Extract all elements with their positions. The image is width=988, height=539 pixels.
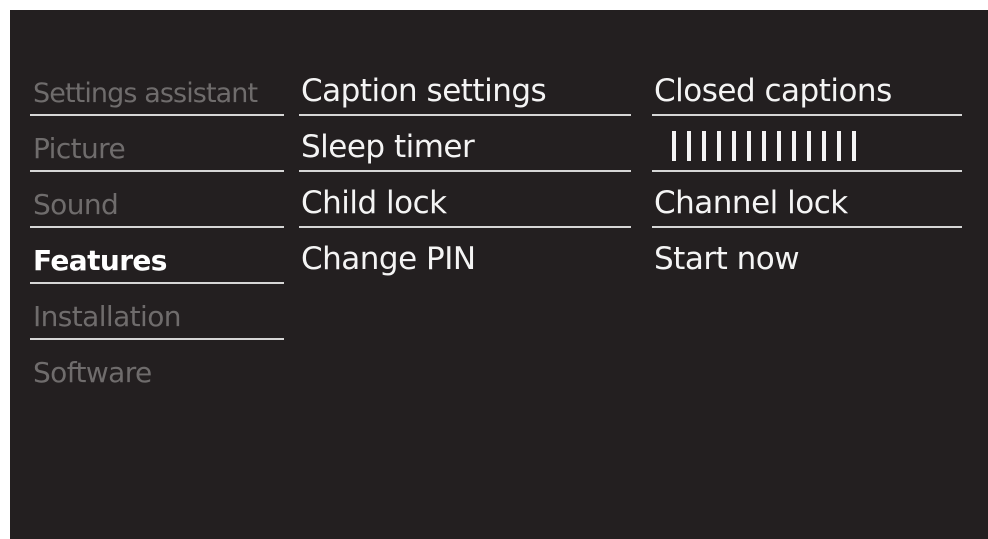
slider-segment bbox=[732, 131, 736, 161]
value-item-label: Closed captions bbox=[654, 73, 892, 109]
slider-segment bbox=[777, 131, 781, 161]
sleep-timer-slider[interactable] bbox=[652, 116, 962, 172]
slider-segment bbox=[822, 131, 826, 161]
value-item-channel-lock[interactable]: Channel lock bbox=[652, 172, 962, 228]
features-submenu: Caption settings Sleep timer Child lock … bbox=[299, 60, 631, 282]
value-item-label: Start now bbox=[654, 241, 800, 277]
slider-segment bbox=[747, 131, 751, 161]
slider-segment bbox=[702, 131, 706, 161]
menu-item-label: Picture bbox=[33, 132, 126, 165]
submenu-item-label: Change PIN bbox=[301, 241, 476, 277]
menu-item-picture[interactable]: Picture bbox=[30, 116, 284, 172]
main-menu: Settings assistant Picture Sound Feature… bbox=[30, 60, 284, 394]
menu-item-label: Installation bbox=[33, 300, 181, 333]
slider-segment bbox=[837, 131, 841, 161]
submenu-item-label: Caption settings bbox=[301, 73, 547, 109]
submenu-item-change-pin[interactable]: Change PIN bbox=[299, 228, 631, 282]
menu-item-installation[interactable]: Installation bbox=[30, 284, 284, 340]
menu-item-features[interactable]: Features bbox=[30, 228, 284, 284]
menu-item-label: Features bbox=[33, 244, 167, 277]
menu-item-sound[interactable]: Sound bbox=[30, 172, 284, 228]
submenu-item-label: Sleep timer bbox=[301, 129, 475, 165]
submenu-item-child-lock[interactable]: Child lock bbox=[299, 172, 631, 228]
menu-item-software[interactable]: Software bbox=[30, 340, 284, 394]
value-item-label: Channel lock bbox=[654, 185, 848, 221]
slider-segment bbox=[762, 131, 766, 161]
tv-menu-screen: Settings assistant Picture Sound Feature… bbox=[10, 10, 988, 539]
slider-segment bbox=[687, 131, 691, 161]
menu-item-label: Software bbox=[33, 356, 152, 389]
slider-segment bbox=[807, 131, 811, 161]
slider-segment bbox=[717, 131, 721, 161]
menu-item-label: Settings assistant bbox=[33, 78, 258, 109]
sleep-timer-level-bar bbox=[672, 131, 856, 161]
slider-segment bbox=[672, 131, 676, 161]
submenu-item-caption-settings[interactable]: Caption settings bbox=[299, 60, 631, 116]
value-item-closed-captions[interactable]: Closed captions bbox=[652, 60, 962, 116]
submenu-item-sleep-timer[interactable]: Sleep timer bbox=[299, 116, 631, 172]
values-column: Closed captions Channel lock Start now bbox=[652, 60, 962, 282]
menu-item-settings-assistant[interactable]: Settings assistant bbox=[30, 60, 284, 116]
menu-item-label: Sound bbox=[33, 188, 119, 221]
value-item-start-now[interactable]: Start now bbox=[652, 228, 962, 282]
slider-segment bbox=[852, 131, 856, 161]
submenu-item-label: Child lock bbox=[301, 185, 447, 221]
slider-segment bbox=[792, 131, 796, 161]
